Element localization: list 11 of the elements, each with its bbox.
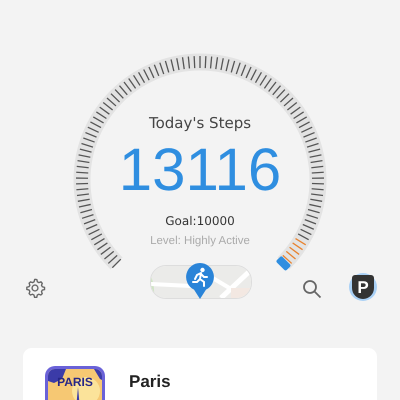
city-card[interactable]: PARIS Paris [23, 348, 377, 400]
step-count: 13116 [118, 138, 282, 202]
profile-avatar[interactable]: P [349, 273, 377, 301]
activity-level: Level: Highly Active [150, 235, 250, 247]
city-badge: PARIS [45, 366, 105, 400]
running-pin-icon[interactable] [185, 262, 215, 300]
goal-text: Goal:10000 [165, 214, 235, 228]
gauge-title: Today's Steps [148, 114, 252, 132]
city-name: Paris [129, 372, 171, 392]
search-icon[interactable] [302, 279, 322, 299]
settings-icon[interactable] [24, 277, 46, 299]
